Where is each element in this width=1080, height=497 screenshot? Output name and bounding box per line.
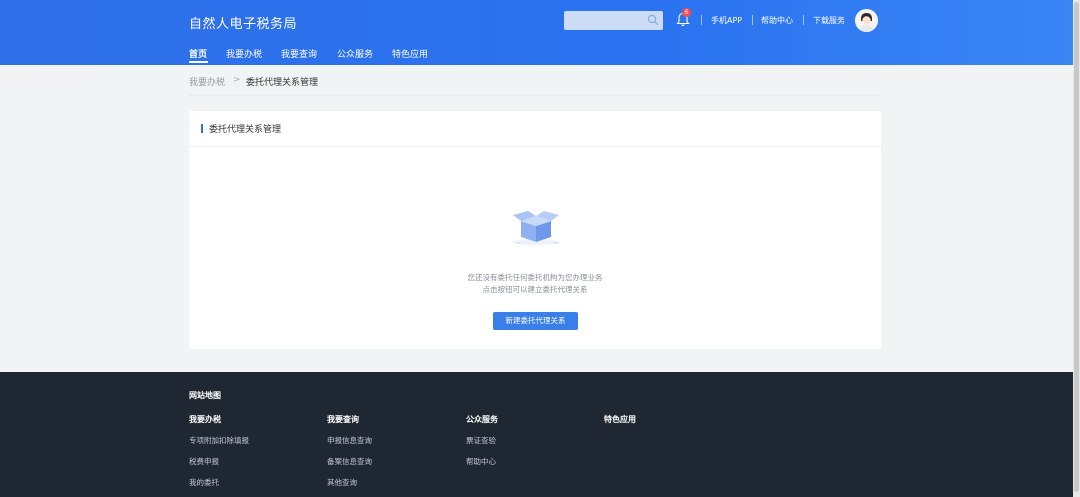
footer-column-heading: 我要查询 bbox=[327, 415, 359, 424]
footer-column-heading: 特色应用 bbox=[604, 415, 636, 424]
scrollbar-thumb[interactable] bbox=[1074, 2, 1079, 492]
nav-public-service[interactable]: 公众服务 bbox=[337, 47, 373, 60]
divider bbox=[701, 15, 702, 25]
avatar[interactable] bbox=[855, 9, 878, 32]
footer-link[interactable]: 税费申报 bbox=[189, 456, 219, 467]
new-delegation-button[interactable]: 新建委托代理关系 bbox=[493, 312, 578, 330]
breadcrumb-parent[interactable]: 我要办税 bbox=[189, 75, 225, 88]
nav-active-indicator bbox=[189, 61, 208, 63]
empty-state-hint: 点击按钮可以建立委托代理关系 bbox=[482, 285, 588, 294]
footer-link[interactable]: 备案信息查询 bbox=[327, 456, 372, 467]
app-title[interactable]: 自然人电子税务局 bbox=[189, 13, 297, 32]
chevron-right-icon: > bbox=[233, 75, 241, 85]
top-header: 自然人电子税务局 6 手机APP 帮助中心 下载服务 首页 我要办税 我要查询 … bbox=[0, 0, 1080, 65]
footer-link[interactable]: 帮助中心 bbox=[466, 456, 496, 467]
divider bbox=[752, 15, 753, 25]
empty-box-icon bbox=[512, 211, 560, 245]
nav-home[interactable]: 首页 bbox=[189, 47, 207, 60]
sitemap-title: 网站地图 bbox=[189, 391, 221, 400]
mobile-app-link[interactable]: 手机APP bbox=[711, 15, 742, 26]
card-title: 委托代理关系管理 bbox=[209, 125, 282, 135]
footer-column-heading: 我要办税 bbox=[189, 415, 221, 424]
footer-sitemap: 网站地图 我要办税 专项附加扣除填报 税费申报 我的委托 我要查询 申报信息查询… bbox=[0, 372, 1080, 497]
nav-featured-apps[interactable]: 特色应用 bbox=[392, 47, 428, 60]
footer-link[interactable]: 申报信息查询 bbox=[327, 435, 372, 446]
divider bbox=[803, 15, 804, 25]
notification-badge: 6 bbox=[682, 8, 691, 17]
footer-link[interactable]: 票证查验 bbox=[466, 435, 496, 446]
footer-link[interactable]: 专项附加扣除填报 bbox=[189, 435, 249, 446]
footer-column-heading: 公众服务 bbox=[466, 415, 498, 424]
help-center-link[interactable]: 帮助中心 bbox=[761, 15, 793, 26]
breadcrumb-current: 委托代理关系管理 bbox=[246, 78, 319, 88]
footer-link[interactable]: 我的委托 bbox=[189, 477, 219, 488]
search-icon[interactable] bbox=[647, 14, 659, 26]
download-service-link[interactable]: 下载服务 bbox=[813, 15, 845, 26]
nav-tax-handling[interactable]: 我要办税 bbox=[226, 47, 262, 60]
nav-query[interactable]: 我要查询 bbox=[281, 47, 317, 60]
avatar-icon bbox=[855, 9, 878, 32]
search-input[interactable] bbox=[564, 11, 663, 30]
card-divider bbox=[189, 146, 881, 147]
breadcrumb-divider bbox=[189, 95, 881, 96]
empty-state-text: 您还没有委托任何委托机构为您办理业务 bbox=[467, 273, 603, 282]
title-accent-bar bbox=[201, 124, 203, 133]
footer-link[interactable]: 其他查询 bbox=[327, 477, 357, 488]
main-card: 委托代理关系管理 您还没有委托任何委托机构为您办理业务 点击按钮可以建立委托代理… bbox=[189, 111, 881, 349]
